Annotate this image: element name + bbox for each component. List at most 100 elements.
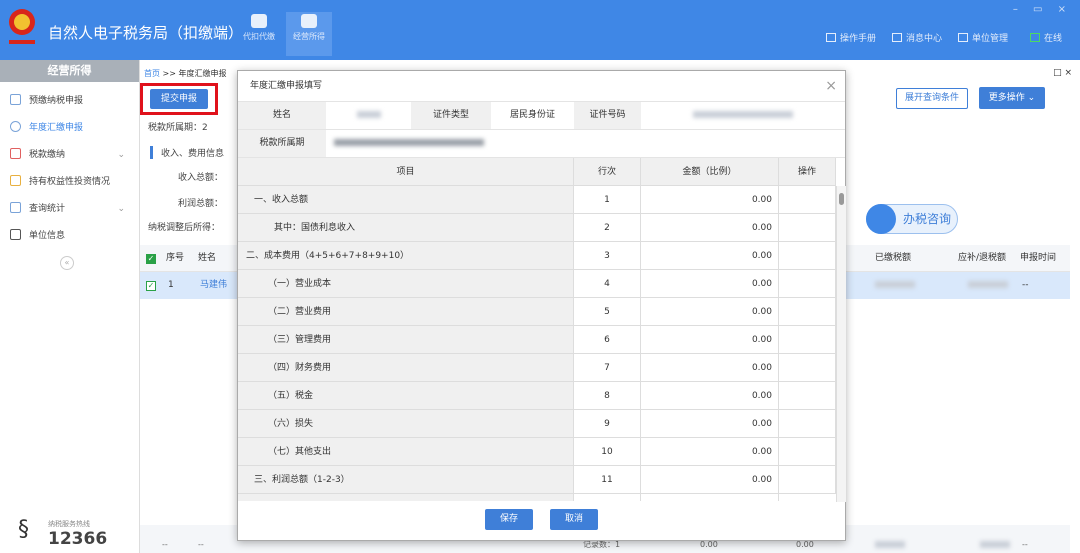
row-item: 其中：国债利息收入	[238, 214, 574, 241]
row-item: （六）损失	[238, 410, 574, 437]
sidebar-item-prepayment[interactable]: 预缴纳税申报	[0, 88, 139, 115]
window-controls[interactable]: – ▭ ×	[1013, 4, 1072, 15]
chevron-down-icon: ⌄	[117, 150, 125, 160]
period-row: 税款所属期	[238, 130, 845, 158]
sidebar-title: 经营所得	[0, 60, 139, 82]
tax-consult-button[interactable]: 办税咨询	[866, 204, 958, 234]
submit-filing-button[interactable]: 提交申报	[150, 89, 208, 109]
row-amount[interactable]: 0.00	[641, 214, 779, 241]
sidebar-item-equity-investment[interactable]: 持有权益性投资情况	[0, 169, 139, 196]
dialog-table-body: 一、收入总额 1 0.00 其中：国债利息收入 2 0.00 二、成本费用（4+…	[238, 186, 836, 501]
building-icon	[957, 33, 968, 42]
row-item: （五）税金	[238, 382, 574, 409]
footer-cell: --	[198, 540, 204, 549]
nav-withholding[interactable]: 代扣代缴	[236, 12, 282, 56]
select-all-checkbox[interactable]: ✓	[146, 245, 156, 272]
row-amount[interactable]: 0.00	[641, 242, 779, 269]
redacted-value	[980, 541, 1010, 548]
yen-icon	[10, 121, 21, 132]
tab-controls[interactable]: □ ×	[1053, 68, 1072, 78]
dialog-table-row: （六）损失 9 0.00	[238, 410, 836, 438]
row-action	[779, 270, 836, 297]
chat-icon	[866, 204, 896, 234]
col-refund: 应补/退税额	[958, 253, 1007, 263]
period-label: 税款所属期	[238, 130, 326, 157]
row-line: 8	[574, 382, 641, 409]
collapse-sidebar-button[interactable]: «	[60, 256, 74, 270]
row-name[interactable]: 马建伟	[200, 272, 227, 299]
cancel-button[interactable]: 取消	[550, 509, 598, 530]
sidebar-item-label: 查询统计	[29, 204, 66, 214]
footer-cell: --	[1022, 540, 1028, 549]
sidebar-item-tax-payment[interactable]: 税款缴纳 ⌄	[0, 142, 139, 169]
manual-link[interactable]: 操作手册	[825, 31, 876, 44]
nav-label: 代扣代缴	[243, 32, 275, 41]
scrollbar-thumb[interactable]	[839, 193, 844, 205]
sidebar-item-unit-info[interactable]: 单位信息	[0, 223, 139, 250]
sidebar-item-label: 持有权益性投资情况	[29, 177, 111, 187]
online-status-link[interactable]: 在线	[1029, 31, 1062, 44]
row-amount[interactable]: 0.00	[641, 466, 779, 493]
row-amount[interactable]: 0.00	[641, 186, 779, 213]
annual-filing-dialog: 年度汇缴申报填写 × 姓名 证件类型 居民身份证 证件号码 税款所属期 项目 行…	[237, 70, 846, 541]
sidebar-item-annual-filing[interactable]: 年度汇缴申报	[0, 115, 139, 142]
scrollbar[interactable]	[836, 186, 846, 502]
save-button[interactable]: 保存	[485, 509, 533, 530]
row-item: 一、收入总额	[238, 186, 574, 213]
redacted-name	[356, 111, 381, 118]
dialog-table-row: 一、收入总额 1 0.00	[238, 186, 836, 214]
col-paid: 已缴税额	[875, 253, 912, 263]
row-amount[interactable]: 0.00	[641, 438, 779, 465]
link-label: 消息中心	[905, 34, 942, 44]
row-checkbox[interactable]: ✓	[146, 272, 156, 299]
nav-business-income[interactable]: 经营所得	[286, 12, 332, 56]
row-amount[interactable]: 0.00	[641, 270, 779, 297]
col-amount: 金额（比例）	[641, 158, 779, 185]
sidebar-item-query-stats[interactable]: 查询统计 ⌄	[0, 196, 139, 223]
phone-icon: §	[18, 517, 29, 542]
sidebar-item-label: 年度汇缴申报	[29, 123, 84, 133]
coins-icon	[301, 14, 317, 28]
row-amount[interactable]: 0.00	[641, 354, 779, 381]
row-action	[779, 382, 836, 409]
row-amount[interactable]: 0.00	[641, 382, 779, 409]
col-action: 操作	[779, 158, 836, 185]
dialog-table-header: 项目 行次 金额（比例） 操作	[238, 158, 836, 186]
redacted-value	[875, 281, 915, 288]
sidebar: 经营所得 预缴纳税申报 年度汇缴申报 税款缴纳 ⌄ 持有权益性投资情况 查询统计 ⌄…	[0, 60, 140, 553]
taxpayer-info-row: 姓名 证件类型 居民身份证 证件号码	[238, 102, 845, 130]
row-seq: 1	[168, 280, 174, 290]
payment-icon	[10, 148, 21, 159]
row-action	[779, 214, 836, 241]
section-title: 收入、费用信息	[150, 146, 224, 159]
sidebar-item-label: 单位信息	[29, 231, 66, 241]
link-label: 单位管理	[971, 34, 1008, 44]
expand-query-button[interactable]: 展开查询条件	[896, 88, 968, 109]
row-amount[interactable]: 0.00	[641, 326, 779, 353]
adjusted-income-label: 纳税调整后所得：	[148, 223, 221, 233]
period-label: 税款所属期：2	[148, 123, 208, 133]
app-header: 自然人电子税务局（扣缴端） 代扣代缴 经营所得 – ▭ × 操作手册 消息中心 …	[0, 0, 1080, 60]
more-actions-button[interactable]: 更多操作 ⌄	[979, 87, 1045, 109]
hotline-label: 纳税服务热线	[48, 520, 90, 528]
query-icon	[10, 202, 21, 213]
breadcrumb-home[interactable]: 首页	[144, 69, 160, 78]
dialog-table-row: （二）营业费用 5 0.00	[238, 298, 836, 326]
message-center-link[interactable]: 消息中心	[891, 31, 942, 44]
unit-management-link[interactable]: 单位管理	[957, 31, 1008, 44]
redacted-value	[968, 281, 1008, 288]
row-action	[779, 186, 836, 213]
hotline-number: 12366	[48, 529, 108, 549]
breadcrumb-sep: >>	[160, 69, 179, 78]
col-time: 申报时间	[1020, 253, 1057, 263]
col-seq: 序号	[166, 253, 185, 263]
row-item: （三）管理费用	[238, 326, 574, 353]
row-line: 1	[574, 186, 641, 213]
row-amount[interactable]: 0.00	[641, 410, 779, 437]
row-amount[interactable]: 0.00	[641, 298, 779, 325]
row-line: 3	[574, 242, 641, 269]
dialog-table-row: 三、利润总额（1-2-3） 11 0.00	[238, 466, 836, 494]
row-action	[779, 326, 836, 353]
col-line: 行次	[574, 158, 641, 185]
close-icon[interactable]: ×	[825, 79, 837, 93]
